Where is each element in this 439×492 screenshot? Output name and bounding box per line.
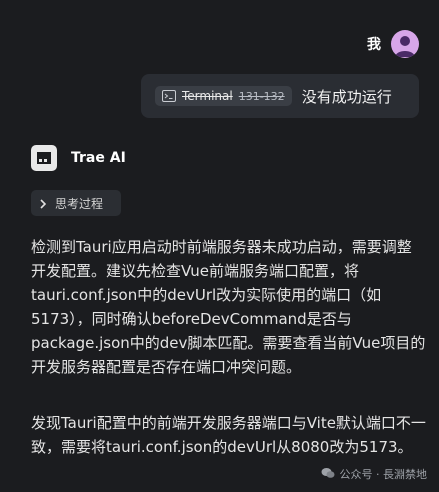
terminal-attachment-chip[interactable]: Terminal 131-132: [155, 86, 292, 106]
assistant-header: Trae AI: [31, 145, 126, 171]
terminal-label: Terminal: [182, 89, 233, 103]
terminal-icon: [162, 90, 176, 102]
user-header: 我: [367, 30, 419, 58]
trae-logo-icon: [31, 145, 57, 171]
user-avatar-icon[interactable]: [391, 30, 419, 58]
thinking-label: 思考过程: [55, 196, 104, 211]
user-message-bubble: Terminal 131-132 没有成功运行: [141, 74, 419, 118]
wechat-icon: [321, 467, 335, 482]
user-message-text: 没有成功运行: [301, 87, 392, 106]
thinking-toggle[interactable]: 思考过程: [31, 190, 121, 216]
chevron-right-icon: [39, 194, 47, 213]
assistant-paragraph: 检测到Tauri应用启动时前端服务器未成功启动，需要调整开发配置。建议先检查Vu…: [31, 238, 426, 376]
assistant-paragraph: 发现Tauri配置中的前端开发服务器端口与Vite默认端口不一致，需要将taur…: [31, 414, 426, 456]
watermark-text: 公众号 · 長淵禁地: [339, 468, 428, 481]
watermark: 公众号 · 長淵禁地: [321, 466, 428, 482]
user-name: 我: [367, 37, 381, 53]
assistant-name: Trae AI: [71, 150, 126, 166]
terminal-line-range: 131-132: [238, 89, 285, 103]
